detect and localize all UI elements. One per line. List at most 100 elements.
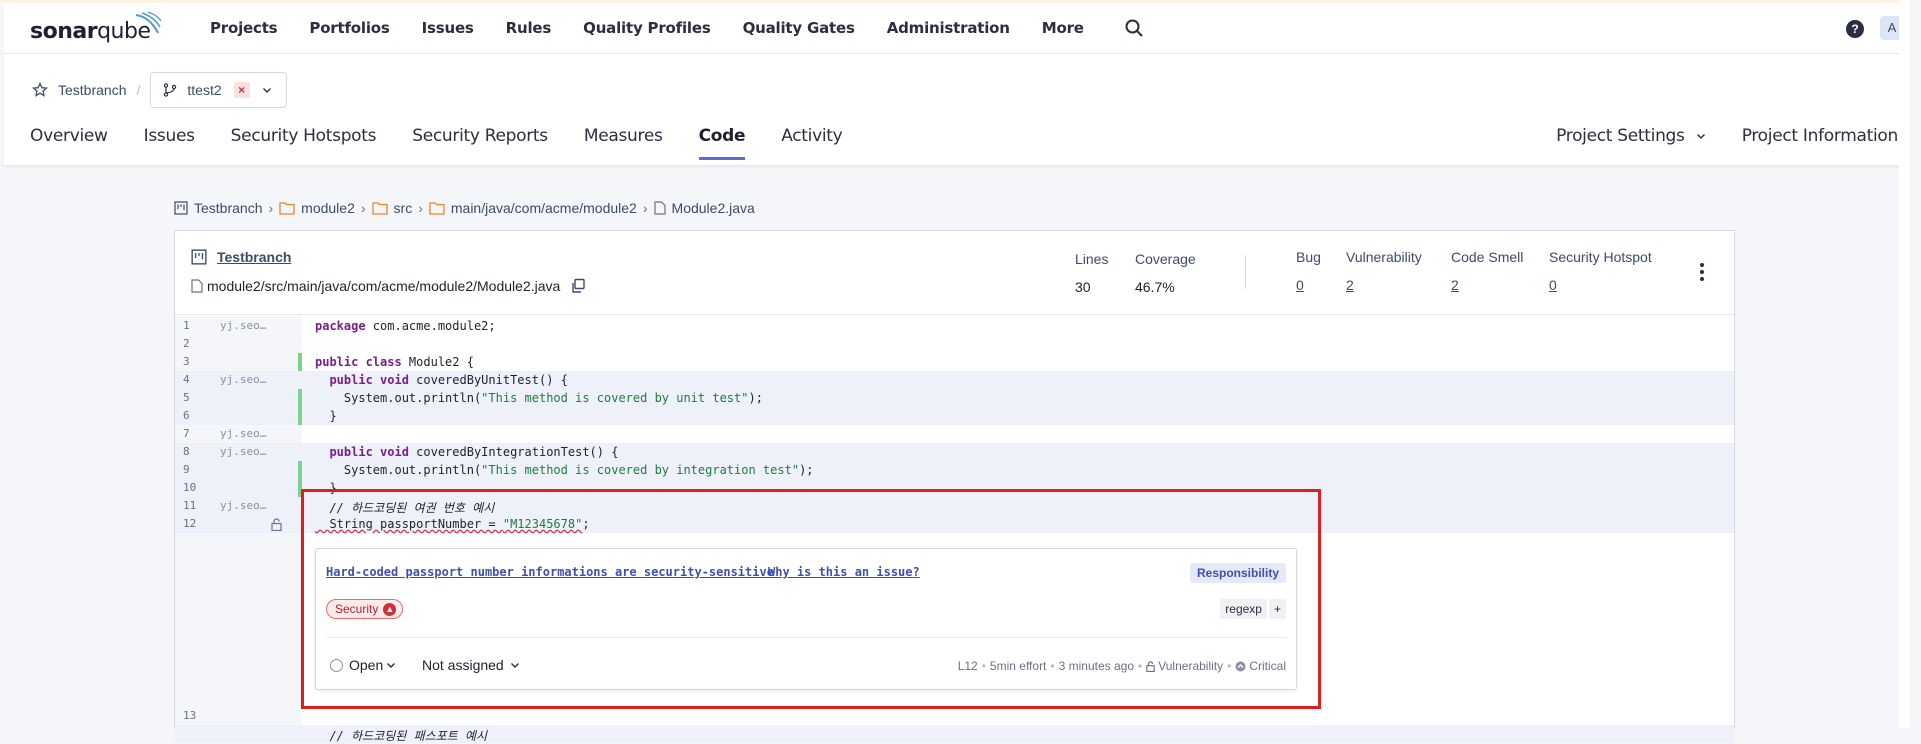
breadcrumb-sep: › <box>268 200 274 216</box>
branch-name: ttest2 <box>187 82 222 98</box>
why-is-this-an-issue-link[interactable]: Why is this an issue? <box>768 565 920 579</box>
coverage-marker <box>298 461 302 479</box>
metric-coverage-label: Coverage <box>1135 251 1196 267</box>
line-number[interactable]: 7 <box>183 427 190 440</box>
nav-rules[interactable]: Rules <box>506 19 552 37</box>
breadcrumb-module2[interactable]: module2 <box>301 200 355 216</box>
branch-icon <box>164 83 177 97</box>
code-line: 9 System.out.println("This method is cov… <box>175 461 1734 479</box>
nav-quality-gates[interactable]: Quality Gates <box>743 19 855 37</box>
copy-icon[interactable] <box>570 278 586 294</box>
line-number[interactable]: 13 <box>183 709 196 722</box>
favorite-star-icon[interactable] <box>32 82 48 98</box>
tab-security-hotspots[interactable]: Security Hotspots <box>231 126 377 160</box>
project-name-link[interactable]: Testbranch <box>58 82 126 98</box>
line-source: public class Module2 { <box>315 355 474 369</box>
line-number[interactable]: 5 <box>183 391 190 404</box>
issue-title-link[interactable]: Hard-coded passport number informations … <box>326 565 774 579</box>
more-options-icon[interactable] <box>1700 263 1704 284</box>
line-source: System.out.println("This method is cover… <box>315 463 814 477</box>
line-number[interactable]: 2 <box>183 337 190 350</box>
line-number[interactable]: 1 <box>183 319 190 332</box>
project-breadcrumb: Testbranch / ttest2 × <box>32 72 287 108</box>
nav-quality-profiles[interactable]: Quality Profiles <box>583 19 711 37</box>
software-quality-badge[interactable]: Security ▲ <box>326 599 404 619</box>
metric-security-hotspot-value[interactable]: 0 <box>1549 277 1652 293</box>
metric-lines-label: Lines <box>1075 251 1109 267</box>
branch-failed-badge: × <box>233 82 250 98</box>
search-icon[interactable] <box>1124 18 1144 38</box>
line-number[interactable]: 9 <box>183 463 190 476</box>
scm-blame[interactable]: yj.seo… <box>220 499 266 512</box>
line-number[interactable]: 8 <box>183 445 190 458</box>
page-scrollbar[interactable] <box>1899 0 1910 728</box>
nav-administration[interactable]: Administration <box>887 19 1010 37</box>
tab-issues[interactable]: Issues <box>144 126 195 160</box>
scm-blame[interactable]: yj.seo… <box>220 319 266 332</box>
metric-bug-value[interactable]: 0 <box>1296 277 1321 293</box>
clean-code-attribute-badge[interactable]: Responsibility <box>1189 563 1286 583</box>
file-breadcrumb: Testbranch › module2 › src › main/java/c… <box>174 200 755 216</box>
issue-status-dropdown[interactable]: Open <box>330 657 396 673</box>
scm-blame[interactable]: yj.seo… <box>220 427 266 440</box>
line-number[interactable]: 6 <box>183 409 190 422</box>
nav-portfolios[interactable]: Portfolios <box>309 19 389 37</box>
project-header: Testbranch / ttest2 × Overview Issues Se… <box>4 54 1906 165</box>
scm-blame[interactable]: yj.seo… <box>220 445 266 458</box>
folder-icon <box>279 202 295 215</box>
global-nav-links: Projects Portfolios Issues Rules Quality… <box>210 19 1116 37</box>
breadcrumb-separator: / <box>136 82 141 98</box>
nav-more[interactable]: More <box>1042 19 1084 37</box>
branch-selector[interactable]: ttest2 × <box>150 72 287 108</box>
issue-card[interactable]: Hard-coded passport number informations … <box>315 548 1297 690</box>
issue-severity: Critical <box>1249 659 1286 673</box>
tab-project-information[interactable]: Project Information <box>1742 126 1899 146</box>
tab-activity[interactable]: Activity <box>781 126 842 160</box>
project-icon <box>174 201 188 215</box>
sonarqube-logo[interactable]: sonarqube <box>30 11 162 45</box>
line-number[interactable]: 3 <box>183 355 190 368</box>
vulnerability-lock-icon[interactable] <box>271 518 282 531</box>
line-number[interactable]: 10 <box>183 481 196 494</box>
add-tag-button[interactable]: + <box>1268 599 1286 619</box>
line-number[interactable]: 11 <box>183 499 196 512</box>
code-line: 4 yj.seo… public void coveredByUnitTest(… <box>175 371 1734 389</box>
metric-vulnerability-value[interactable]: 2 <box>1346 277 1422 293</box>
meta-separator: • <box>1138 659 1143 673</box>
tag-regexp[interactable]: regexp <box>1220 599 1267 619</box>
coverage-marker <box>298 353 302 371</box>
tab-measures[interactable]: Measures <box>584 126 663 160</box>
metric-code-smell-value[interactable]: 2 <box>1451 277 1523 293</box>
tab-code[interactable]: Code <box>698 126 746 160</box>
help-icon[interactable]: ? <box>1846 20 1864 38</box>
folder-icon <box>429 202 445 215</box>
issue-type: Vulnerability <box>1158 659 1224 673</box>
issue-assignee-dropdown[interactable]: Not assigned <box>422 657 520 673</box>
tab-overview[interactable]: Overview <box>30 126 108 160</box>
nav-projects[interactable]: Projects <box>210 19 278 37</box>
software-quality-label: Security <box>335 602 379 616</box>
nav-issues[interactable]: Issues <box>422 19 474 37</box>
breadcrumb-project[interactable]: Testbranch <box>194 200 262 216</box>
metric-code-smell-label: Code Smell <box>1451 249 1524 265</box>
issue-effort: 5min effort <box>989 659 1047 673</box>
line-number[interactable]: 12 <box>183 517 196 530</box>
metric-coverage-value: 46.7% <box>1135 279 1175 295</box>
tab-project-settings[interactable]: Project Settings <box>1520 126 1706 146</box>
breadcrumb-src[interactable]: src <box>394 200 413 216</box>
tab-security-reports[interactable]: Security Reports <box>412 126 548 160</box>
source-project-link[interactable]: Testbranch <box>217 249 291 265</box>
metric-vulnerability-label: Vulnerability <box>1346 249 1422 265</box>
project-settings-label: Project Settings <box>1556 126 1685 146</box>
line-source: public void coveredByIntegrationTest() { <box>315 445 619 459</box>
metric-code-smell: Code Smell 2 <box>1451 249 1523 293</box>
breadcrumb-package[interactable]: main/java/com/acme/module2 <box>451 200 637 216</box>
issue-age[interactable]: 3 minutes ago <box>1059 659 1134 673</box>
chevron-down-icon <box>387 663 396 668</box>
logo-waves-icon <box>135 11 162 34</box>
code-line: 1 yj.seo… package com.acme.module2; <box>175 317 1734 335</box>
code-line: 7 yj.seo… <box>175 425 1734 443</box>
line-number[interactable]: 4 <box>183 373 190 386</box>
code-line: 13 <box>175 707 1734 725</box>
scm-blame[interactable]: yj.seo… <box>220 373 266 386</box>
